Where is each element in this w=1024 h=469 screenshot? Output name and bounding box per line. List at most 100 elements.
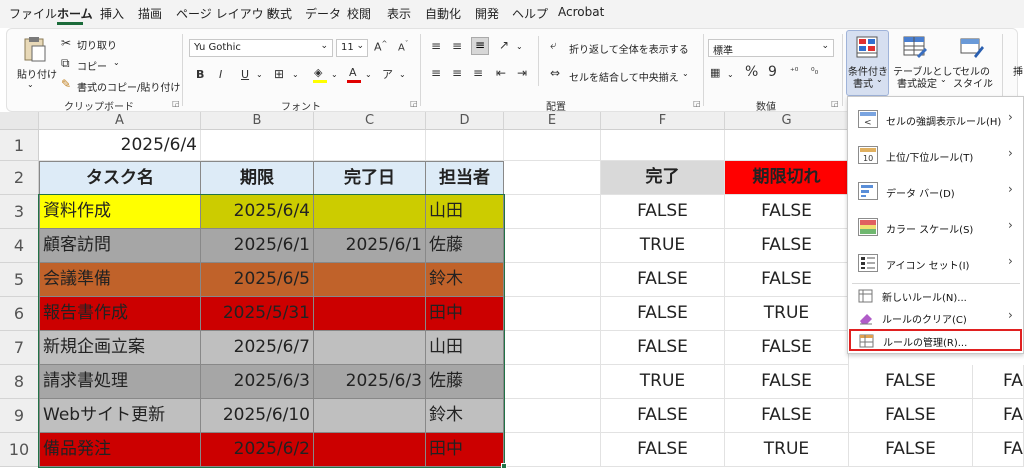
tab-developer[interactable]: 開発 (475, 5, 499, 22)
cell-g1[interactable] (725, 130, 849, 161)
task-name-cell[interactable]: 顧客訪問 (39, 229, 201, 263)
menu-item-manage-rules[interactable]: ルールの管理(R)... (849, 329, 1022, 351)
extra-status-cell[interactable]: FA (973, 399, 1024, 433)
merge-dropdown-icon[interactable]: ⌄ (682, 69, 689, 78)
comma-button[interactable]: 9 (768, 64, 777, 80)
row-header-2[interactable]: 2 (0, 161, 39, 195)
wrap-text-button[interactable]: 折り返して全体を表示する (569, 41, 689, 56)
row-header-1[interactable]: 1 (0, 130, 39, 161)
cell-e10[interactable] (504, 433, 601, 467)
extra-status-cell[interactable]: FALSE (849, 365, 973, 399)
row-header-4[interactable]: 4 (0, 229, 39, 263)
percent-button[interactable]: % (745, 64, 758, 80)
task-done-cell[interactable] (314, 433, 426, 467)
task-due-cell[interactable]: 2025/5/31 (201, 297, 314, 331)
tab-view[interactable]: 表示 (387, 5, 411, 22)
task-owner-cell[interactable]: 鈴木 (426, 399, 504, 433)
decrease-font-icon[interactable]: Aˇ (398, 40, 408, 53)
menu-item-color-scales[interactable]: カラー スケール(S) › (848, 210, 1023, 244)
menu-item-data-bars[interactable]: データ バー(D) › (848, 174, 1023, 208)
cell-e7[interactable] (504, 331, 601, 365)
column-header-f[interactable]: F (601, 112, 725, 130)
cut-icon[interactable]: ✂ (61, 36, 71, 50)
menu-item-top-bottom-rules[interactable]: 10 上位/下位ルール(T) › (848, 138, 1023, 172)
currency-dropdown-icon[interactable]: ⌄ (727, 70, 734, 79)
status-complete-cell[interactable]: TRUE (601, 365, 725, 399)
align-middle-icon[interactable]: ≡ (452, 39, 462, 53)
status-complete-cell[interactable]: FALSE (601, 297, 725, 331)
clipboard-launcher-icon[interactable]: ◲ (172, 99, 180, 108)
row-header-5[interactable]: 5 (0, 263, 39, 297)
tab-formulas[interactable]: 数式 (268, 5, 292, 22)
task-due-cell[interactable]: 2025/6/7 (201, 331, 314, 365)
copy-icon[interactable]: ⧉ (61, 56, 70, 71)
cut-button[interactable]: 切り取り (77, 37, 117, 52)
format-as-table-label-2[interactable]: 書式設定 (897, 75, 937, 90)
status-expired-cell[interactable]: TRUE (725, 433, 849, 467)
cell-e6[interactable] (504, 297, 601, 331)
tab-review[interactable]: 校閲 (347, 5, 371, 22)
align-bottom-button[interactable]: ≡ (471, 37, 489, 55)
currency-icon[interactable]: ▦ (710, 66, 720, 79)
number-format-select[interactable]: 標準 ⌄ (708, 39, 834, 57)
orientation-dropdown-icon[interactable]: ⌄ (516, 42, 523, 51)
status-expired-cell[interactable]: TRUE (725, 297, 849, 331)
font-size-select[interactable]: 11 ⌄ (336, 39, 368, 57)
align-top-icon[interactable]: ≡ (431, 39, 441, 53)
column-header-e[interactable]: E (504, 112, 601, 130)
task-owner-cell[interactable]: 田中 (426, 433, 504, 467)
row-header-10[interactable]: 10 (0, 433, 39, 467)
task-name-cell[interactable]: 資料作成 (39, 195, 201, 229)
row-header-9[interactable]: 9 (0, 399, 39, 433)
status-expired-cell[interactable]: FALSE (725, 229, 849, 263)
underline-dropdown-icon[interactable]: ⌄ (256, 70, 263, 79)
extra-status-cell[interactable]: FA (973, 365, 1024, 399)
task-due-cell[interactable]: 2025/6/3 (201, 365, 314, 399)
status-complete-cell[interactable]: FALSE (601, 433, 725, 467)
task-done-cell[interactable] (314, 263, 426, 297)
task-due-cell[interactable]: 2025/6/10 (201, 399, 314, 433)
insert-cells-label[interactable]: 挿 (1013, 63, 1023, 78)
task-owner-cell[interactable]: 山田 (426, 195, 504, 229)
row-header-8[interactable]: 8 (0, 365, 39, 399)
tab-help[interactable]: ヘルプ (512, 5, 548, 22)
cell-c1[interactable] (314, 130, 426, 161)
copy-dropdown-icon[interactable]: ⌄ (113, 58, 120, 67)
menu-item-new-rule[interactable]: 新しいルール(N)... (848, 285, 1023, 305)
task-done-cell[interactable] (314, 399, 426, 433)
row-header-7[interactable]: 7 (0, 331, 39, 365)
task-due-cell[interactable]: 2025/6/1 (201, 229, 314, 263)
cell-e1[interactable] (504, 130, 601, 161)
border-dropdown-icon[interactable]: ⌄ (292, 70, 299, 79)
tab-insert[interactable]: 挿入 (100, 5, 124, 22)
extra-status-cell[interactable]: FA (973, 433, 1024, 467)
font-launcher-icon[interactable]: ◲ (410, 99, 418, 108)
column-header-c[interactable]: C (314, 112, 426, 130)
status-header-complete[interactable]: 完了 (601, 161, 725, 195)
task-owner-cell[interactable]: 佐藤 (426, 229, 504, 263)
tab-acrobat[interactable]: Acrobat (558, 5, 604, 19)
status-expired-cell[interactable]: FALSE (725, 195, 849, 229)
wrap-text-icon[interactable]: ⤶ (550, 38, 557, 53)
menu-item-clear-rules[interactable]: ルールのクリア(C) › (848, 307, 1023, 327)
task-owner-cell[interactable]: 鈴木 (426, 263, 504, 297)
font-color-dropdown-icon[interactable]: ⌄ (365, 70, 372, 79)
indent-increase-icon[interactable]: ⇥ (517, 66, 527, 80)
table-header-task[interactable]: タスク名 (39, 161, 201, 195)
format-painter-button[interactable]: 書式のコピー/貼り付け (77, 79, 180, 94)
merge-center-button[interactable]: セルを結合して中央揃え (569, 69, 679, 84)
task-owner-cell[interactable]: 山田 (426, 331, 504, 365)
tab-automate[interactable]: 自動化 (425, 5, 461, 22)
cell-f1[interactable] (601, 130, 725, 161)
align-right-icon[interactable]: ≡ (473, 66, 483, 80)
paste-button[interactable]: 貼り付け (17, 66, 57, 81)
task-name-cell[interactable]: 会議準備 (39, 263, 201, 297)
tab-page-layout[interactable]: ページ レイアウト (176, 5, 276, 22)
paste-icon[interactable] (22, 36, 46, 62)
task-name-cell[interactable]: 請求書処理 (39, 365, 201, 399)
task-name-cell[interactable]: 備品発注 (39, 433, 201, 467)
menu-item-highlight-rules[interactable]: < セルの強調表示ルール(H) › (848, 102, 1023, 136)
status-complete-cell[interactable]: FALSE (601, 399, 725, 433)
tab-draw[interactable]: 描画 (138, 5, 162, 22)
select-all-corner[interactable] (0, 112, 39, 130)
